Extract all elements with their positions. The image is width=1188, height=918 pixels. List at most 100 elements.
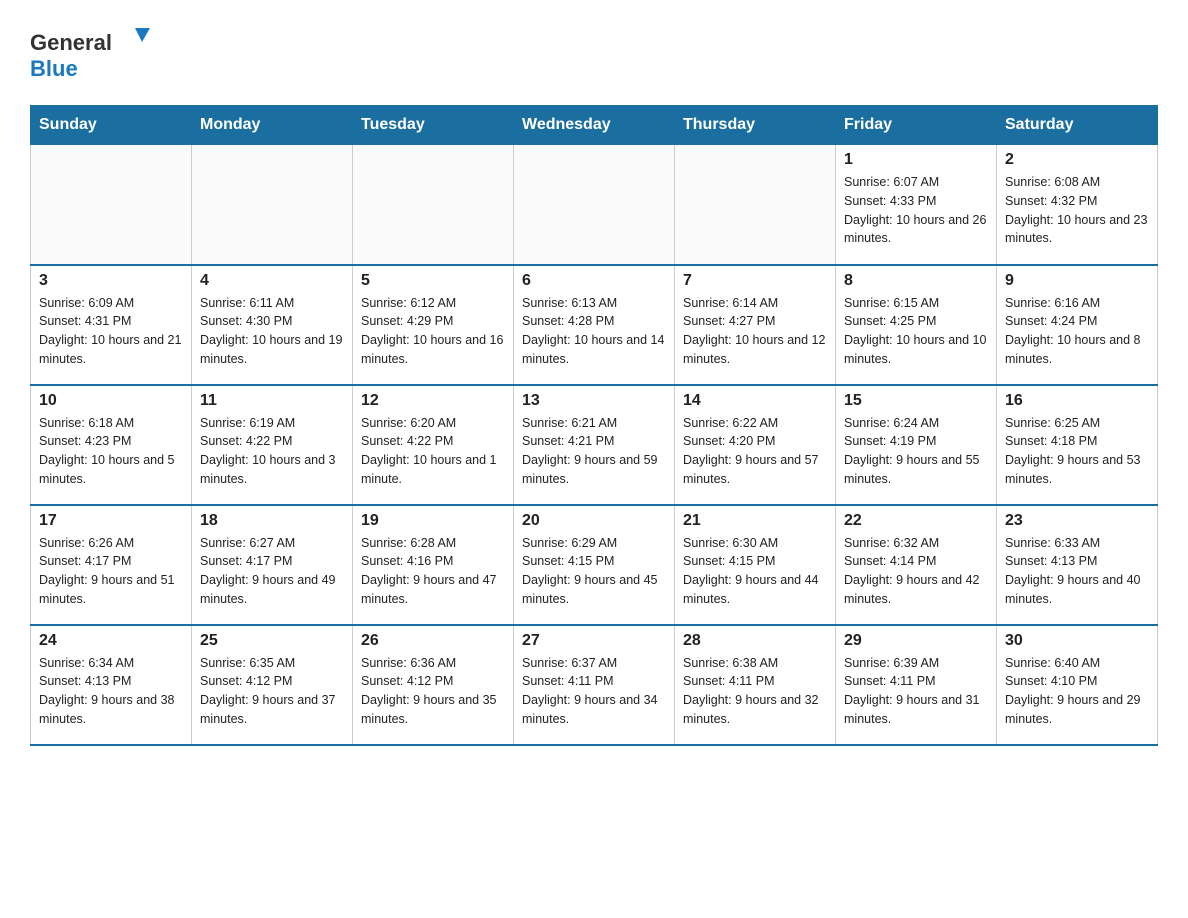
- calendar-week-1: 3 Sunrise: 6:09 AMSunset: 4:31 PMDaylight…: [31, 265, 1158, 385]
- day-number: 2: [1005, 151, 1149, 169]
- day-number: 15: [844, 392, 988, 410]
- weekday-friday: Friday: [836, 106, 997, 145]
- calendar-cell: 27 Sunrise: 6:37 AMSunset: 4:11 PMDayligh…: [514, 625, 675, 745]
- svg-text:General: General: [30, 30, 112, 55]
- day-number: 13: [522, 392, 666, 410]
- day-number: 26: [361, 632, 505, 650]
- day-info: Sunrise: 6:40 AMSunset: 4:10 PMDaylight:…: [1005, 654, 1149, 729]
- calendar-cell: 1Sunrise: 6:07 AMSunset: 4:33 PMDaylight…: [836, 145, 997, 265]
- day-number: 18: [200, 512, 344, 530]
- day-number: 16: [1005, 392, 1149, 410]
- day-number: 10: [39, 392, 183, 410]
- calendar-cell: 9 Sunrise: 6:16 AMSunset: 4:24 PMDaylight…: [997, 265, 1158, 385]
- day-info: Sunrise: 6:15 AMSunset: 4:25 PMDaylight:…: [844, 294, 988, 369]
- day-info: Sunrise: 6:33 AMSunset: 4:13 PMDaylight:…: [1005, 534, 1149, 609]
- calendar-cell: [192, 145, 353, 265]
- day-info: Sunrise: 6:21 AMSunset: 4:21 PMDaylight:…: [522, 414, 666, 489]
- calendar-cell: 15 Sunrise: 6:24 AMSunset: 4:19 PMDayligh…: [836, 385, 997, 505]
- calendar-cell: 17 Sunrise: 6:26 AMSunset: 4:17 PMDayligh…: [31, 505, 192, 625]
- weekday-saturday: Saturday: [997, 106, 1158, 145]
- day-number: 22: [844, 512, 988, 530]
- logo: General Blue: [30, 20, 170, 85]
- day-number: 1: [844, 151, 988, 169]
- day-info: Sunrise: 6:13 AMSunset: 4:28 PMDaylight:…: [522, 294, 666, 369]
- day-info: Sunrise: 6:12 AMSunset: 4:29 PMDaylight:…: [361, 294, 505, 369]
- day-info: Sunrise: 6:24 AMSunset: 4:19 PMDaylight:…: [844, 414, 988, 489]
- page-header: General Blue: [30, 20, 1158, 85]
- day-number: 7: [683, 272, 827, 290]
- weekday-monday: Monday: [192, 106, 353, 145]
- calendar-table: SundayMondayTuesdayWednesdayThursdayFrid…: [30, 105, 1158, 746]
- day-info: Sunrise: 6:35 AMSunset: 4:12 PMDaylight:…: [200, 654, 344, 729]
- logo-svg: General Blue: [30, 20, 170, 85]
- calendar-cell: 13 Sunrise: 6:21 AMSunset: 4:21 PMDayligh…: [514, 385, 675, 505]
- day-info: Sunrise: 6:36 AMSunset: 4:12 PMDaylight:…: [361, 654, 505, 729]
- calendar-cell: 30 Sunrise: 6:40 AMSunset: 4:10 PMDayligh…: [997, 625, 1158, 745]
- calendar-cell: 8 Sunrise: 6:15 AMSunset: 4:25 PMDaylight…: [836, 265, 997, 385]
- calendar-cell: 28Sunrise: 6:38 AMSunset: 4:11 PMDayligh…: [675, 625, 836, 745]
- day-info: Sunrise: 6:29 AMSunset: 4:15 PMDaylight:…: [522, 534, 666, 609]
- calendar-cell: 18 Sunrise: 6:27 AMSunset: 4:17 PMDayligh…: [192, 505, 353, 625]
- calendar-cell: 4 Sunrise: 6:11 AMSunset: 4:30 PMDaylight…: [192, 265, 353, 385]
- weekday-header-row: SundayMondayTuesdayWednesdayThursdayFrid…: [31, 106, 1158, 145]
- day-info: Sunrise: 6:27 AMSunset: 4:17 PMDaylight:…: [200, 534, 344, 609]
- calendar-cell: 26 Sunrise: 6:36 AMSunset: 4:12 PMDayligh…: [353, 625, 514, 745]
- calendar-cell: 16 Sunrise: 6:25 AMSunset: 4:18 PMDayligh…: [997, 385, 1158, 505]
- day-info: Sunrise: 6:32 AMSunset: 4:14 PMDaylight:…: [844, 534, 988, 609]
- calendar-cell: 11 Sunrise: 6:19 AMSunset: 4:22 PMDayligh…: [192, 385, 353, 505]
- day-number: 17: [39, 512, 183, 530]
- day-info: Sunrise: 6:14 AMSunset: 4:27 PMDaylight:…: [683, 294, 827, 369]
- day-number: 21: [683, 512, 827, 530]
- day-info: Sunrise: 6:11 AMSunset: 4:30 PMDaylight:…: [200, 294, 344, 369]
- calendar-cell: 12 Sunrise: 6:20 AMSunset: 4:22 PMDayligh…: [353, 385, 514, 505]
- day-number: 30: [1005, 632, 1149, 650]
- calendar-cell: 20 Sunrise: 6:29 AMSunset: 4:15 PMDayligh…: [514, 505, 675, 625]
- calendar-week-4: 24Sunrise: 6:34 AMSunset: 4:13 PMDayligh…: [31, 625, 1158, 745]
- day-info: Sunrise: 6:08 AMSunset: 4:32 PMDaylight:…: [1005, 173, 1149, 248]
- day-number: 8: [844, 272, 988, 290]
- calendar-cell: 29Sunrise: 6:39 AMSunset: 4:11 PMDayligh…: [836, 625, 997, 745]
- day-number: 19: [361, 512, 505, 530]
- day-number: 20: [522, 512, 666, 530]
- day-info: Sunrise: 6:28 AMSunset: 4:16 PMDaylight:…: [361, 534, 505, 609]
- calendar-week-3: 17 Sunrise: 6:26 AMSunset: 4:17 PMDayligh…: [31, 505, 1158, 625]
- calendar-week-0: 1Sunrise: 6:07 AMSunset: 4:33 PMDaylight…: [31, 145, 1158, 265]
- calendar-cell: 22 Sunrise: 6:32 AMSunset: 4:14 PMDayligh…: [836, 505, 997, 625]
- weekday-thursday: Thursday: [675, 106, 836, 145]
- weekday-tuesday: Tuesday: [353, 106, 514, 145]
- day-info: Sunrise: 6:26 AMSunset: 4:17 PMDaylight:…: [39, 534, 183, 609]
- day-number: 6: [522, 272, 666, 290]
- day-info: Sunrise: 6:22 AMSunset: 4:20 PMDaylight:…: [683, 414, 827, 489]
- svg-text:Blue: Blue: [30, 56, 78, 81]
- day-number: 5: [361, 272, 505, 290]
- calendar-cell: 5 Sunrise: 6:12 AMSunset: 4:29 PMDaylight…: [353, 265, 514, 385]
- day-number: 25: [200, 632, 344, 650]
- day-number: 12: [361, 392, 505, 410]
- calendar-cell: 23Sunrise: 6:33 AMSunset: 4:13 PMDayligh…: [997, 505, 1158, 625]
- calendar-cell: 25 Sunrise: 6:35 AMSunset: 4:12 PMDayligh…: [192, 625, 353, 745]
- day-info: Sunrise: 6:25 AMSunset: 4:18 PMDaylight:…: [1005, 414, 1149, 489]
- day-number: 3: [39, 272, 183, 290]
- day-info: Sunrise: 6:20 AMSunset: 4:22 PMDaylight:…: [361, 414, 505, 489]
- day-info: Sunrise: 6:19 AMSunset: 4:22 PMDaylight:…: [200, 414, 344, 489]
- day-info: Sunrise: 6:37 AMSunset: 4:11 PMDaylight:…: [522, 654, 666, 729]
- calendar-cell: 7 Sunrise: 6:14 AMSunset: 4:27 PMDaylight…: [675, 265, 836, 385]
- day-info: Sunrise: 6:38 AMSunset: 4:11 PMDaylight:…: [683, 654, 827, 729]
- calendar-cell: 24Sunrise: 6:34 AMSunset: 4:13 PMDayligh…: [31, 625, 192, 745]
- day-info: Sunrise: 6:16 AMSunset: 4:24 PMDaylight:…: [1005, 294, 1149, 369]
- day-number: 11: [200, 392, 344, 410]
- calendar-cell: 14 Sunrise: 6:22 AMSunset: 4:20 PMDayligh…: [675, 385, 836, 505]
- day-number: 27: [522, 632, 666, 650]
- calendar-cell: 3 Sunrise: 6:09 AMSunset: 4:31 PMDaylight…: [31, 265, 192, 385]
- calendar-cell: 6 Sunrise: 6:13 AMSunset: 4:28 PMDaylight…: [514, 265, 675, 385]
- day-number: 4: [200, 272, 344, 290]
- calendar-cell: 21Sunrise: 6:30 AMSunset: 4:15 PMDayligh…: [675, 505, 836, 625]
- calendar-cell: 2 Sunrise: 6:08 AMSunset: 4:32 PMDaylight…: [997, 145, 1158, 265]
- calendar-cell: 10Sunrise: 6:18 AMSunset: 4:23 PMDayligh…: [31, 385, 192, 505]
- day-number: 14: [683, 392, 827, 410]
- day-info: Sunrise: 6:09 AMSunset: 4:31 PMDaylight:…: [39, 294, 183, 369]
- day-number: 9: [1005, 272, 1149, 290]
- weekday-wednesday: Wednesday: [514, 106, 675, 145]
- calendar-cell: [31, 145, 192, 265]
- calendar-header: SundayMondayTuesdayWednesdayThursdayFrid…: [31, 106, 1158, 145]
